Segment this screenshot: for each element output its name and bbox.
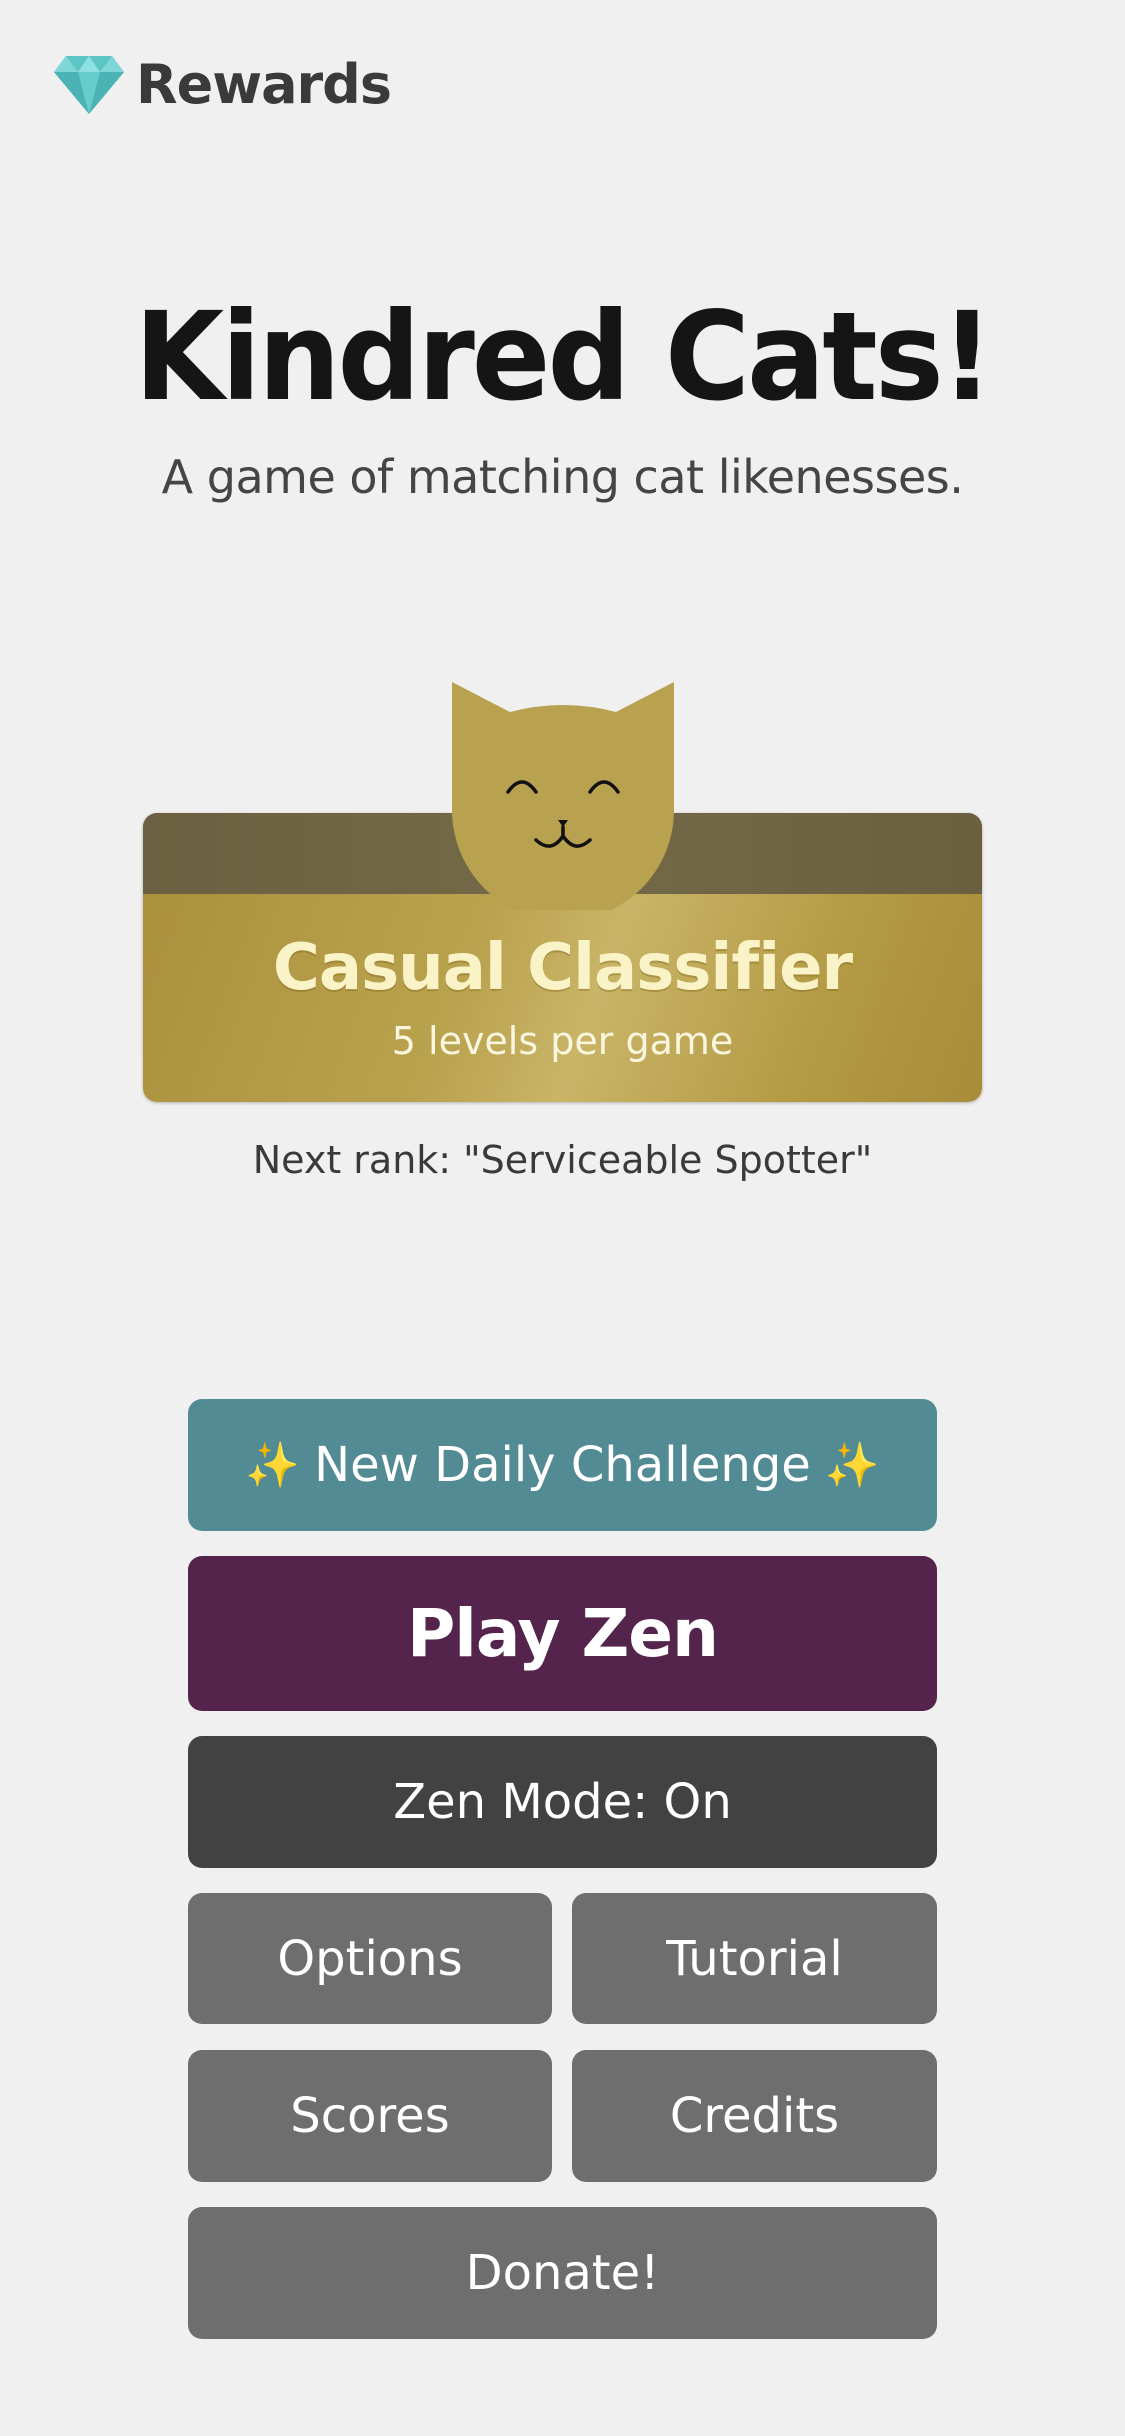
game-subtitle: A game of matching cat likenesses. xyxy=(161,450,964,504)
daily-challenge-button[interactable]: ✨ New Daily Challenge ✨ xyxy=(188,1399,937,1531)
sparkle-icon: ✨ xyxy=(245,1440,301,1491)
options-button[interactable]: Options xyxy=(188,1893,552,2024)
credits-button[interactable]: Credits xyxy=(572,2050,937,2182)
game-title: Kindred Cats! xyxy=(134,286,993,429)
zen-mode-toggle[interactable]: Zen Mode: On xyxy=(188,1736,937,1868)
sparkle-icon: ✨ xyxy=(824,1440,880,1491)
rewards-link[interactable]: Rewards xyxy=(52,52,392,116)
rewards-label: Rewards xyxy=(136,52,392,116)
diamond-icon xyxy=(52,52,126,116)
donate-button[interactable]: Donate! xyxy=(188,2207,937,2339)
play-zen-button[interactable]: Play Zen xyxy=(188,1556,937,1711)
daily-challenge-label: New Daily Challenge xyxy=(314,1437,811,1493)
next-rank-text: Next rank: "Serviceable Spotter" xyxy=(252,1138,873,1182)
rank-detail: 5 levels per game xyxy=(391,1019,734,1063)
tutorial-button[interactable]: Tutorial xyxy=(572,1893,937,2024)
cat-face-icon xyxy=(452,680,674,921)
rank-name: Casual Classifier xyxy=(272,931,853,1005)
scores-button[interactable]: Scores xyxy=(188,2050,552,2182)
